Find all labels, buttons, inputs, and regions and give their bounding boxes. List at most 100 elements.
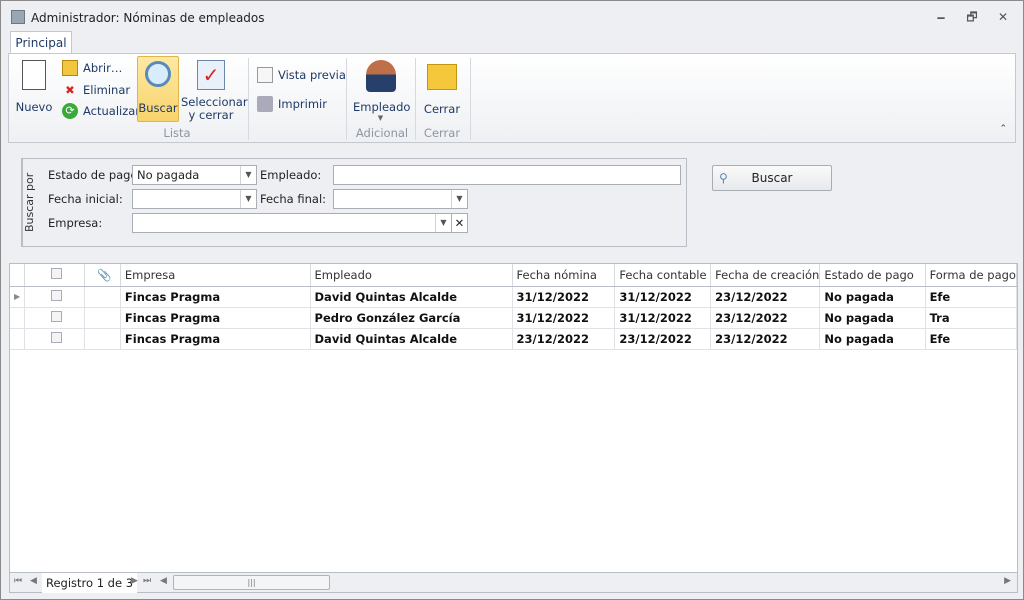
minimize-button[interactable]: 🗕 — [931, 9, 951, 25]
row-checkbox[interactable] — [24, 307, 85, 329]
dropdown-arrow-icon: ▼ — [240, 190, 256, 208]
column-empleado[interactable]: Empleado — [310, 264, 513, 287]
cell-empresa: Fincas Pragma — [120, 328, 311, 350]
cell-empleado: Pedro González García — [310, 307, 513, 329]
column-forma-pago[interactable]: Forma de pago — [925, 264, 1017, 287]
dropdown-arrow-icon: ▼ — [435, 214, 451, 232]
last-record-icon[interactable]: ⏭ — [143, 576, 151, 586]
folder-icon — [62, 60, 78, 76]
table-row[interactable]: ▶ Fincas Pragma David Quintas Alcalde 31/12… — [10, 286, 1017, 308]
cell-estado-pago: No pagada — [819, 328, 926, 350]
empleado-button[interactable]: Empleado ▼ — [353, 60, 411, 122]
cell-empresa: Fincas Pragma — [120, 307, 311, 329]
row-indicator — [10, 307, 26, 329]
seleccionar-label: Seleccionar — [181, 95, 248, 109]
fecha-final-input[interactable]: ▼ — [333, 189, 468, 209]
cell-fecha-creacion: 23/12/2022 — [710, 307, 821, 329]
cerrar-label: Cerrar — [423, 102, 461, 116]
next-record-icon[interactable]: ▶ — [131, 576, 138, 586]
cell-fecha-contable: 31/12/2022 — [614, 307, 712, 329]
empleado-label: Empleado — [353, 100, 411, 114]
preview-icon — [257, 67, 273, 83]
empresa-select[interactable]: ▼ — [132, 213, 452, 233]
clear-empresa-icon[interactable]: ✕ — [451, 213, 468, 233]
empleado-input[interactable] — [333, 165, 681, 185]
buscar-button-label: Buscar — [751, 171, 793, 185]
scroll-left-icon[interactable]: ◀ — [160, 576, 167, 586]
group-cerrar: Cerrar — [423, 126, 461, 140]
estado-label: Estado de pago: — [48, 168, 142, 182]
magnifier-icon — [145, 61, 171, 87]
row-indicator: ▶ — [10, 286, 26, 308]
seleccionar-cerrar-button[interactable]: ✓ Seleccionar y cerrar — [181, 60, 248, 122]
empresa-label: Empresa: — [48, 216, 103, 230]
row-indicator — [10, 328, 26, 350]
horizontal-scrollbar-thumb[interactable]: ||| — [173, 575, 330, 590]
group-lista: Lista — [163, 126, 191, 140]
cell-fecha-creacion: 23/12/2022 — [710, 328, 821, 350]
payroll-grid: 📎 Empresa Empleado Fecha nómina Fecha co… — [9, 263, 1018, 573]
group-adicional: Adicional — [355, 126, 409, 140]
app-icon — [11, 10, 25, 24]
collapse-ribbon-icon[interactable]: ⌃ — [999, 124, 1007, 134]
actualizar-button[interactable]: ⟳ Actualizar — [62, 103, 140, 119]
separator — [346, 58, 347, 140]
eliminar-button[interactable]: ✖ Eliminar — [62, 82, 130, 98]
cell-forma-pago: Efe — [925, 328, 1017, 350]
column-fecha-contable[interactable]: Fecha contable — [614, 264, 712, 287]
dropdown-arrow-icon: ▼ — [377, 114, 384, 122]
estado-select[interactable]: No pagada ▼ — [132, 165, 257, 185]
restore-button[interactable]: 🗗 — [962, 9, 982, 25]
column-fecha-creacion[interactable]: Fecha de creación — [710, 264, 821, 287]
seleccionar-label-2: y cerrar — [188, 108, 234, 122]
imprimir-label: Imprimir — [278, 97, 327, 111]
select-all-checkbox[interactable] — [24, 264, 85, 287]
column-empresa[interactable]: Empresa — [120, 264, 311, 287]
record-count: Registro 1 de 3 — [42, 573, 138, 593]
buscar-label: Buscar — [138, 101, 178, 115]
cell-fecha-creacion: 23/12/2022 — [710, 286, 821, 308]
row-indicator-header — [10, 264, 26, 287]
scroll-right-icon[interactable]: ▶ — [1004, 576, 1011, 586]
column-fecha-nomina[interactable]: Fecha nómina — [512, 264, 616, 287]
filter-title: Buscar por — [22, 159, 40, 246]
search-icon: ⚲ — [719, 171, 728, 185]
grid-header: 📎 Empresa Empleado Fecha nómina Fecha co… — [10, 264, 1017, 287]
abrir-button[interactable]: Abrir… — [62, 60, 122, 76]
cerrar-button[interactable]: Cerrar — [421, 60, 463, 116]
table-row[interactable]: Fincas Pragma Pedro González García 31/12/… — [10, 307, 1017, 329]
close-button[interactable]: ✕ — [993, 9, 1013, 25]
window-title: Administrador: Nóminas de empleados — [31, 11, 265, 25]
buscar-ribbon-button[interactable]: Buscar — [137, 56, 179, 122]
vista-previa-button[interactable]: Vista previa — [257, 67, 346, 83]
record-navigator: ⏮ ◀ Registro 1 de 3 ▶ ⏭ ◀ ||| ▶ — [9, 573, 1018, 593]
row-checkbox[interactable] — [24, 328, 85, 350]
column-estado-pago[interactable]: Estado de pago — [819, 264, 926, 287]
fecha-inicial-label: Fecha inicial: — [48, 192, 123, 206]
eliminar-label: Eliminar — [83, 83, 131, 97]
first-record-icon[interactable]: ⏮ — [14, 576, 22, 586]
folder-exit-icon — [427, 64, 457, 90]
ribbon: Nuevo Abrir… ✖ Eliminar ⟳ Actualizar Busca… — [8, 53, 1016, 143]
prev-record-icon[interactable]: ◀ — [30, 576, 37, 586]
printer-icon — [257, 96, 273, 112]
buscar-button[interactable]: ⚲ Buscar — [712, 165, 832, 191]
cell-forma-pago: Efe — [925, 286, 1017, 308]
fecha-inicial-input[interactable]: ▼ — [132, 189, 257, 209]
cell-estado-pago: No pagada — [819, 307, 926, 329]
attachment-icon: 📎 — [84, 264, 121, 287]
new-document-icon — [22, 60, 46, 90]
fecha-final-label: Fecha final: — [260, 192, 327, 206]
cell-fecha-contable: 23/12/2022 — [614, 328, 712, 350]
empleado-filter-label: Empleado: — [260, 168, 322, 182]
attachment-cell — [84, 328, 121, 350]
tab-principal[interactable]: Principal — [10, 31, 72, 54]
filter-panel: Buscar por Estado de pago: No pagada ▼ Em… — [21, 158, 687, 247]
imprimir-button[interactable]: Imprimir — [257, 96, 327, 112]
row-checkbox[interactable] — [24, 286, 85, 308]
nuevo-button[interactable]: Nuevo — [15, 60, 53, 114]
cell-forma-pago: Tra — [925, 307, 1017, 329]
separator — [470, 58, 471, 140]
cell-empleado: David Quintas Alcalde — [310, 328, 513, 350]
table-row[interactable]: Fincas Pragma David Quintas Alcalde 23/12/… — [10, 328, 1017, 350]
